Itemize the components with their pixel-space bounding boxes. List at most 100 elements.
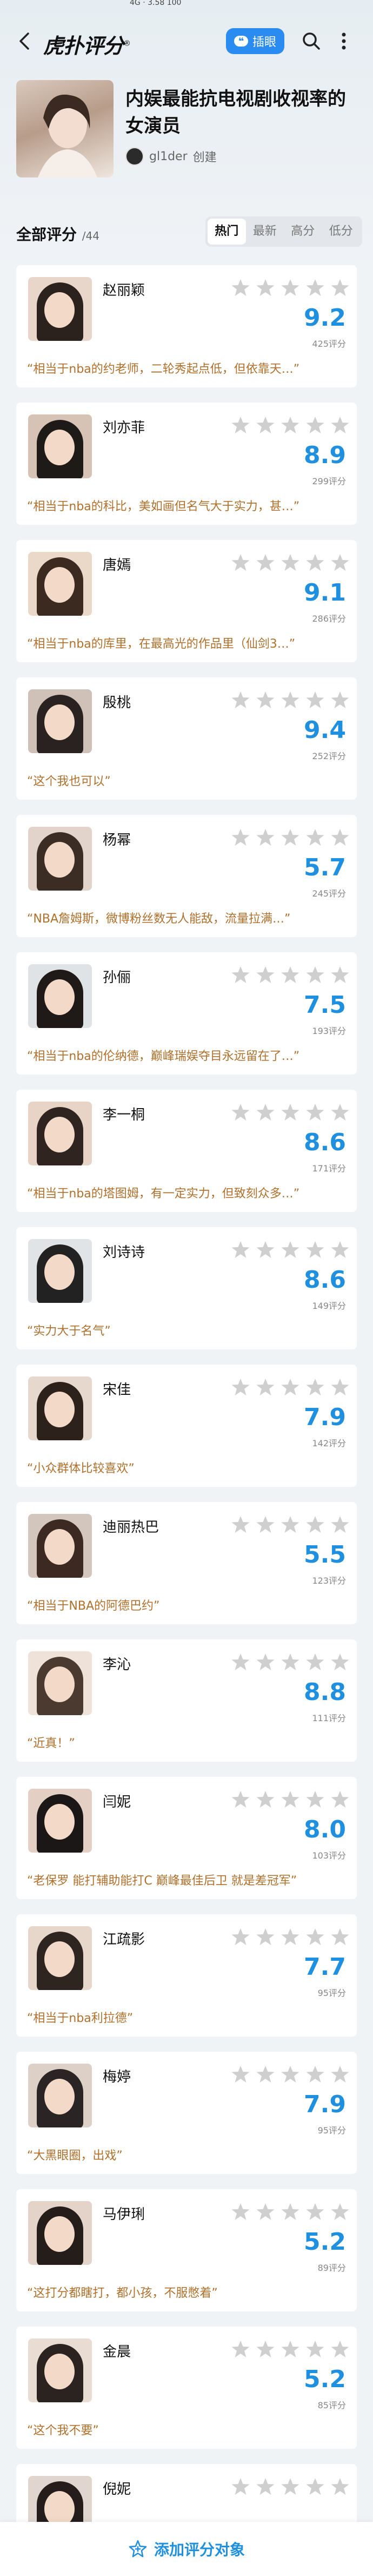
star-icon[interactable] <box>230 2202 251 2222</box>
star-icon[interactable] <box>230 1515 251 1534</box>
star-icon[interactable] <box>280 1927 301 1947</box>
star-icon[interactable] <box>305 1240 325 1260</box>
star-icon[interactable] <box>280 416 301 435</box>
star-icon[interactable] <box>230 1240 251 1260</box>
star-icon[interactable] <box>330 2477 350 2496</box>
star-icon[interactable] <box>330 1240 350 1260</box>
top-comment[interactable]: “NBA詹姆斯，微博粉丝数无人能敌，流量拉满…” <box>27 909 330 926</box>
rating-card[interactable]: 杨幂 5.7 245评分 “NBA詹姆斯，微博粉丝数无人能敌，流量拉满…” <box>16 815 357 937</box>
star-icon[interactable] <box>280 1240 301 1260</box>
tab-latest[interactable]: 最新 <box>246 219 284 245</box>
star-icon[interactable] <box>255 1240 276 1260</box>
star-icon[interactable] <box>280 1652 301 1672</box>
star-icon[interactable] <box>255 828 276 847</box>
star-icon[interactable] <box>255 1103 276 1122</box>
star-rating[interactable] <box>230 278 350 298</box>
star-icon[interactable] <box>330 553 350 572</box>
star-icon[interactable] <box>230 2477 251 2496</box>
star-icon[interactable] <box>330 1927 350 1947</box>
star-icon[interactable] <box>280 690 301 710</box>
more-icon[interactable] <box>338 30 349 52</box>
star-icon[interactable] <box>230 2340 251 2359</box>
star-icon[interactable] <box>280 1515 301 1534</box>
star-icon[interactable] <box>230 1378 251 1397</box>
star-icon[interactable] <box>280 1790 301 1809</box>
add-rating-target-bar[interactable]: 添加评分对象 <box>0 2522 373 2576</box>
star-icon[interactable] <box>280 278 301 298</box>
star-icon[interactable] <box>230 828 251 847</box>
star-icon[interactable] <box>230 1652 251 1672</box>
star-icon[interactable] <box>230 2065 251 2084</box>
top-comment[interactable]: “老保罗 能打辅助能打C 巅峰最佳后卫 就是差冠军” <box>27 1871 330 1888</box>
star-icon[interactable] <box>280 828 301 847</box>
top-comment[interactable]: “大黑眼圈，出戏” <box>27 2146 330 2163</box>
top-comment[interactable]: “小众群体比较喜欢” <box>27 1459 330 1476</box>
rating-card[interactable]: 江疏影 7.7 95评分 “相当于nba利拉德” <box>16 1914 357 2037</box>
rating-card[interactable]: 宋佳 7.9 142评分 “小众群体比较喜欢” <box>16 1365 357 1487</box>
star-rating[interactable] <box>230 828 350 847</box>
star-rating[interactable] <box>230 1652 350 1672</box>
top-comment[interactable]: “实力大于名气” <box>27 1321 330 1339</box>
star-icon[interactable] <box>255 2065 276 2084</box>
star-icon[interactable] <box>255 1515 276 1534</box>
star-icon[interactable] <box>230 553 251 572</box>
rating-card[interactable]: 梅婷 7.9 95评分 “大黑眼圈，出戏” <box>16 2052 357 2174</box>
top-comment[interactable]: “近真！” <box>27 1734 330 1751</box>
star-rating[interactable] <box>230 1378 350 1397</box>
star-icon[interactable] <box>305 1652 325 1672</box>
star-icon[interactable] <box>330 1103 350 1122</box>
star-icon[interactable] <box>230 965 251 985</box>
star-icon[interactable] <box>330 1790 350 1809</box>
rating-card[interactable]: 孙俪 7.5 193评分 “相当于nba的伦纳德，巅峰瑞娱夺目永远留在了…” <box>16 952 357 1075</box>
rating-card[interactable]: 刘亦菲 8.9 299评分 “相当于nba的科比，美如画但名气大于实力，甚…” <box>16 403 357 525</box>
star-icon[interactable] <box>280 1378 301 1397</box>
insert-button[interactable]: ❝ 插眼 <box>226 28 284 54</box>
top-comment[interactable]: “相当于nba的塔图姆，有一定实力，但致刻众多…” <box>27 1184 330 1201</box>
tab-high-score[interactable]: 高分 <box>284 219 322 245</box>
rating-card[interactable]: 殷桃 9.4 252评分 “这个我也可以” <box>16 677 357 800</box>
star-icon[interactable] <box>255 2202 276 2222</box>
star-icon[interactable] <box>280 553 301 572</box>
star-icon[interactable] <box>255 965 276 985</box>
star-icon[interactable] <box>280 2065 301 2084</box>
creator-row[interactable]: gl1der 创建 <box>125 147 217 166</box>
star-rating[interactable] <box>230 553 350 572</box>
star-icon[interactable] <box>330 690 350 710</box>
star-rating[interactable] <box>230 1790 350 1809</box>
top-comment[interactable]: “相当于NBA的阿德巴约” <box>27 1596 330 1613</box>
star-icon[interactable] <box>255 1790 276 1809</box>
star-icon[interactable] <box>330 1515 350 1534</box>
rating-card[interactable]: 闫妮 8.0 103评分 “老保罗 能打辅助能打C 巅峰最佳后卫 就是差冠军” <box>16 1777 357 1899</box>
star-rating[interactable] <box>230 2065 350 2084</box>
star-icon[interactable] <box>255 690 276 710</box>
star-icon[interactable] <box>330 2202 350 2222</box>
star-rating[interactable] <box>230 416 350 435</box>
star-icon[interactable] <box>330 828 350 847</box>
star-rating[interactable] <box>230 965 350 985</box>
star-rating[interactable] <box>230 690 350 710</box>
top-comment[interactable]: “这打分都瞎打，都小孩，不服憋着” <box>27 2283 330 2301</box>
star-icon[interactable] <box>255 2477 276 2496</box>
star-icon[interactable] <box>305 1378 325 1397</box>
rating-card[interactable]: 马伊琍 5.2 89评分 “这打分都瞎打，都小孩，不服憋着” <box>16 2189 357 2311</box>
rating-card[interactable]: 金晨 5.2 85评分 “这个我不要” <box>16 2327 357 2449</box>
star-icon[interactable] <box>280 2340 301 2359</box>
star-icon[interactable] <box>305 2202 325 2222</box>
tab-hot[interactable]: 热门 <box>208 219 246 245</box>
star-rating[interactable] <box>230 1927 350 1947</box>
top-comment[interactable]: “相当于nba的库里，在最高光的作品里（仙剑3…” <box>27 634 330 651</box>
star-icon[interactable] <box>255 1652 276 1672</box>
star-icon[interactable] <box>255 553 276 572</box>
star-icon[interactable] <box>305 278 325 298</box>
star-icon[interactable] <box>280 2202 301 2222</box>
star-icon[interactable] <box>255 416 276 435</box>
top-comment[interactable]: “相当于nba的科比，美如画但名气大于实力，甚…” <box>27 497 330 514</box>
star-icon[interactable] <box>305 1103 325 1122</box>
top-comment[interactable]: “相当于nba的伦纳德，巅峰瑞娱夺目永远留在了…” <box>27 1046 330 1064</box>
tab-low-score[interactable]: 低分 <box>322 219 361 245</box>
star-icon[interactable] <box>305 2340 325 2359</box>
star-rating[interactable] <box>230 1515 350 1534</box>
star-icon[interactable] <box>230 1103 251 1122</box>
top-comment[interactable]: “这个我不要” <box>27 2421 330 2438</box>
star-icon[interactable] <box>305 828 325 847</box>
